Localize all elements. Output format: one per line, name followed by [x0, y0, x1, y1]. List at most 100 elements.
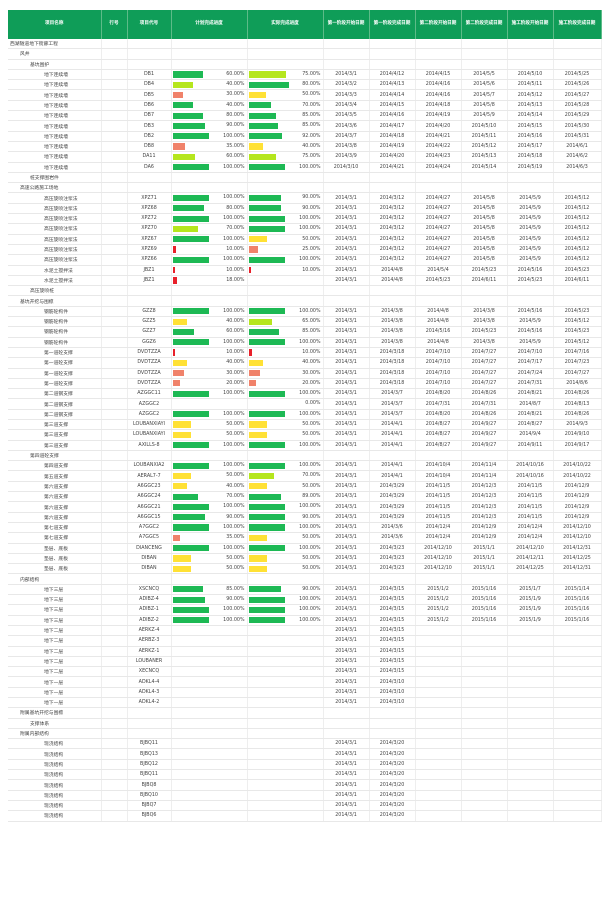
table-row[interactable]: 地下连续墙 DB6 40.00% 70.00% 2014/3/4 2014/4/15 201… [8, 100, 602, 112]
table-row[interactable]: 地下一层 ADKL4-2 2014/3/1 2014/3/10 [8, 697, 602, 709]
project-name-cell[interactable]: 钢筋砼构件 [8, 306, 102, 318]
project-code-cell[interactable]: DVDTZZA [127, 357, 172, 369]
project-name-cell[interactable]: 地下连续墙 [8, 79, 102, 91]
project-name-cell[interactable]: 现浇结构 [8, 779, 102, 791]
project-name-cell[interactable]: 第六道支撑 [8, 491, 102, 503]
project-code-cell[interactable]: GZZ7 [127, 326, 172, 338]
table-row[interactable]: 附属内部结构 [8, 728, 602, 740]
table-row[interactable]: 地下连续墙 DA11 60.00% 75.00% 2014/3/9 2014/4/20 20… [8, 151, 602, 163]
table-row[interactable]: 垫层、底板 DIBAN 50.00% 50.00% 2014/3/1 2014/3/23 2… [8, 553, 602, 565]
project-name-cell[interactable]: 现浇结构 [8, 738, 102, 750]
project-code-cell[interactable]: A7GGC2 [127, 522, 172, 534]
project-name-cell[interactable]: 地下连续墙 [8, 151, 102, 163]
project-name-cell[interactable]: 基坑围护 [8, 59, 102, 70]
project-name-cell[interactable]: 高压旋喷注浆法 [8, 203, 102, 215]
project-code-cell[interactable]: ADIBZ-2 [127, 615, 172, 626]
project-name-cell[interactable]: 垫层、底板 [8, 553, 102, 565]
table-row[interactable]: 地下连续墙 DB8 35.00% 40.00% 2014/3/8 2014/4/19 201… [8, 141, 602, 153]
table-row[interactable]: 地下二层 AERKZ-1 2014/3/1 2014/3/15 [8, 646, 602, 657]
project-name-cell[interactable]: 西湖隧道地下街廊工程 [8, 39, 102, 50]
table-row[interactable]: 现浇结构 BJBQ6 2014/3/1 2014/3/20 [8, 810, 602, 822]
project-name-cell[interactable]: 第一道砼支撑 [8, 347, 102, 359]
table-row[interactable]: 地下三层 ADIBZ-1 100.00% 100.00% 2014/3/1 2014/3/… [8, 604, 602, 616]
project-name-cell[interactable]: 地下连续墙 [8, 110, 102, 122]
table-row[interactable]: 垫层、底板 DIANCENG 100.00% 100.00% 2014/3/1 2014/… [8, 543, 602, 554]
header-row-number[interactable]: 行号 [101, 10, 128, 39]
table-row[interactable]: 支撑体系 [8, 718, 602, 729]
project-code-cell[interactable]: DVDTZZA [127, 378, 172, 390]
project-name-cell[interactable]: 附属内部结构 [8, 728, 102, 740]
project-name-cell[interactable]: 高压旋喷注浆法 [8, 234, 102, 245]
table-row[interactable]: 地下连续墙 DB7 80.00% 85.00% 2014/3/5 2014/4/16 201… [8, 110, 602, 122]
table-row[interactable]: 第五道支撑 AERAL7-7 50.00% 70.00% 2014/3/1 2014/4/… [8, 470, 602, 482]
table-row[interactable]: 地下连续墙 DB1 60.00% 75.00% 2014/3/1 2014/4/12 201… [8, 69, 602, 81]
table-row[interactable]: 高压旋喷注浆法 XPZ67 100.00% 50.00% 2014/3/1 2014/3/… [8, 234, 602, 245]
header-project-name[interactable]: 项目名称 [8, 10, 102, 39]
project-code-cell[interactable] [127, 718, 172, 729]
project-name-cell[interactable]: 高压旋喷注浆法 [8, 254, 102, 266]
project-name-cell[interactable]: 第三道支撑 [8, 429, 102, 441]
project-name-cell[interactable]: 基坑开挖与围檩 [8, 295, 102, 307]
table-row[interactable]: 第六道支撑 A6GGC23 40.00% 50.00% 2014/3/1 2014/3/2… [8, 481, 602, 493]
project-code-cell[interactable]: AERBZ-3 [127, 635, 172, 647]
table-row[interactable]: 现浇结构 BJBQ10 2014/3/1 2014/3/20 [8, 790, 602, 801]
table-row[interactable]: 钢筋砼构件 GGZ6 100.00% 100.00% 2014/3/1 2014/3/8 2… [8, 337, 602, 348]
table-row[interactable]: 钢筋砼构件 GZZ8 100.00% 100.00% 2014/3/1 2014/3/8 2… [8, 306, 602, 318]
table-row[interactable]: 附属基坑开挖与围檩 [8, 707, 602, 719]
table-row[interactable]: 第一道砼支撑 DVDTZZA 20.00% 20.00% 2014/3/1 2014/3/… [8, 378, 602, 390]
project-code-cell[interactable]: XPZ71 [127, 192, 172, 204]
table-row[interactable]: 第六道支撑 A6GGC15 90.00% 90.00% 2014/3/1 2014/3/2… [8, 512, 602, 523]
project-name-cell[interactable]: 地下二层 [8, 656, 102, 668]
project-code-cell[interactable]: XPZ67 [127, 234, 172, 245]
project-name-cell[interactable]: 地下三层 [8, 604, 102, 616]
project-code-cell[interactable]: XPZ72 [127, 213, 172, 225]
project-code-cell[interactable]: AERKZ-4 [127, 625, 172, 637]
project-code-cell[interactable]: DIBAN [127, 563, 172, 575]
project-name-cell[interactable]: 地下连续墙 [8, 162, 102, 173]
table-row[interactable]: 地下二层 AERKZ-4 2014/3/1 2014/3/15 [8, 625, 602, 637]
table-row[interactable]: 高压旋喷注浆法 XPZ68 80.00% 90.00% 2014/3/1 2014/3/1… [8, 203, 602, 215]
table-row[interactable]: 地下连续墙 DB2 100.00% 92.00% 2014/3/7 2014/4/18 20… [8, 131, 602, 142]
project-code-cell[interactable]: JBZ1 [127, 265, 172, 276]
table-row[interactable]: 基坑开挖与围檩 [8, 295, 602, 307]
project-name-cell[interactable]: 第五道支撑 [8, 470, 102, 482]
project-code-cell[interactable]: AZGGC11 [127, 388, 172, 400]
project-name-cell[interactable]: 内部结构 [8, 573, 102, 585]
project-name-cell[interactable]: 地下二层 [8, 625, 102, 637]
project-name-cell[interactable]: 钢筋砼构件 [8, 326, 102, 338]
table-row[interactable]: 地下一层 ADKL4-4 2014/3/1 2014/3/10 [8, 676, 602, 688]
table-row[interactable]: 第二道钢支撑 AZGGC2 100.00% 100.00% 2014/3/1 2014/3… [8, 409, 602, 420]
project-code-cell[interactable]: A6GGC15 [127, 512, 172, 523]
header-construction-start[interactable]: 施工阶段开始日期 [507, 10, 554, 39]
table-row[interactable]: 第四道砼支撑 [8, 450, 602, 462]
project-code-cell[interactable]: A6GGC21 [127, 501, 172, 513]
header-plan-progress[interactable]: 计划完成进度 [171, 10, 248, 39]
project-code-cell[interactable]: A6GGC23 [127, 481, 172, 493]
table-row[interactable]: 高压旋喷注浆法 XPZ69 10.00% 25.00% 2014/3/1 2014/3/1… [8, 244, 602, 256]
project-name-cell[interactable]: 附属基坑开挖与围檩 [8, 707, 102, 719]
project-name-cell[interactable]: 第六道支撑 [8, 501, 102, 513]
project-name-cell[interactable]: 第七道支撑 [8, 522, 102, 534]
project-name-cell[interactable]: 现浇结构 [8, 769, 102, 781]
table-row[interactable]: 第一道砼支撑 DVDTZZA 30.00% 30.00% 2014/3/1 2014/3/… [8, 368, 602, 379]
project-name-cell[interactable]: 地下一层 [8, 687, 102, 699]
table-row[interactable]: 第三道支撑 LOUBANXIAYI 50.00% 50.00% 2014/3/1 2014… [8, 429, 602, 441]
project-name-cell[interactable]: 地下三层 [8, 615, 102, 626]
project-name-cell[interactable]: 垫层、底板 [8, 543, 102, 554]
project-name-cell[interactable]: 高压旋喷注浆法 [8, 244, 102, 256]
table-row[interactable]: 地下连续墙 DB4 40.00% 80.00% 2014/3/2 2014/4/13 201… [8, 79, 602, 91]
project-name-cell[interactable]: 第二道钢支撑 [8, 409, 102, 420]
project-code-cell[interactable]: LOUBANER [127, 656, 172, 668]
table-row[interactable]: 第二道钢支撑 AZGGC11 100.00% 100.00% 2014/3/1 2014/… [8, 388, 602, 400]
table-row[interactable]: 高压旋喷注浆法 XPZ70 70.00% 100.00% 2014/3/1 2014/3/… [8, 223, 602, 235]
project-code-cell[interactable]: LOUBANXIAYI [127, 419, 172, 431]
project-name-cell[interactable]: 现浇结构 [8, 759, 102, 771]
table-row[interactable]: 垫层、底板 DIBAN 50.00% 50.00% 2014/3/1 2014/3/23 2… [8, 563, 602, 575]
project-name-cell[interactable]: 地下连续墙 [8, 100, 102, 112]
project-name-cell[interactable]: 地下三层 [8, 584, 102, 596]
project-name-cell[interactable]: 地下连续墙 [8, 131, 102, 142]
project-code-cell[interactable]: BJBQ6 [127, 810, 172, 822]
project-code-cell[interactable]: JBZ1 [127, 275, 172, 287]
project-code-cell[interactable]: DVDTZZA [127, 368, 172, 379]
project-name-cell[interactable]: 第一道砼支撑 [8, 357, 102, 369]
